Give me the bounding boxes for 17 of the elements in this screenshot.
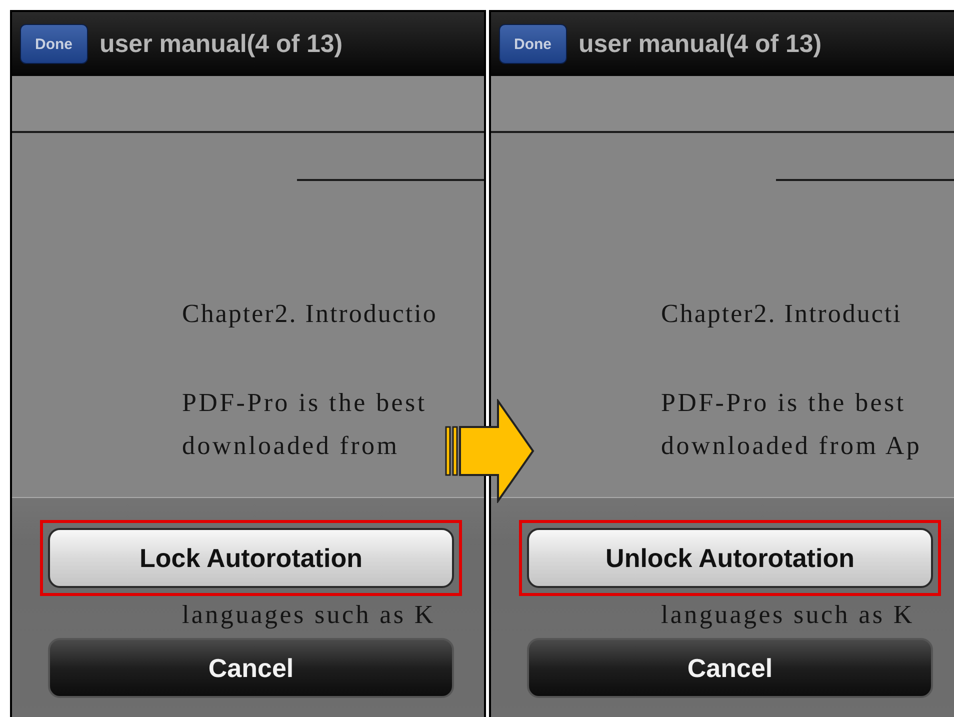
chapter-heading: Chapter2. Introducti (661, 299, 903, 329)
done-button[interactable]: Done (20, 24, 88, 64)
document-title: user manual(4 of 13) (100, 30, 343, 58)
chapter-heading: Chapter2. Introductio (182, 299, 438, 329)
autorotation-button[interactable]: Unlock Autorotation (527, 528, 933, 588)
done-button[interactable]: Done (499, 24, 566, 64)
cancel-button[interactable]: Cancel (48, 638, 454, 698)
body-text-line: languages such as K (182, 600, 436, 630)
body-text-line: PDF-Pro is the best (182, 387, 428, 419)
autorotation-button[interactable]: Lock Autorotation (48, 528, 454, 588)
document-title: user manual(4 of 13) (578, 30, 822, 58)
body-text-line: PDF-Pro is the best (661, 387, 907, 419)
cancel-button[interactable]: Cancel (527, 638, 933, 698)
right-arrow-icon (444, 399, 536, 503)
body-text-line: languages such as K (661, 600, 916, 630)
body-text-line: downloaded from Ap (661, 430, 923, 462)
body-text-line: downloaded from (182, 430, 400, 462)
